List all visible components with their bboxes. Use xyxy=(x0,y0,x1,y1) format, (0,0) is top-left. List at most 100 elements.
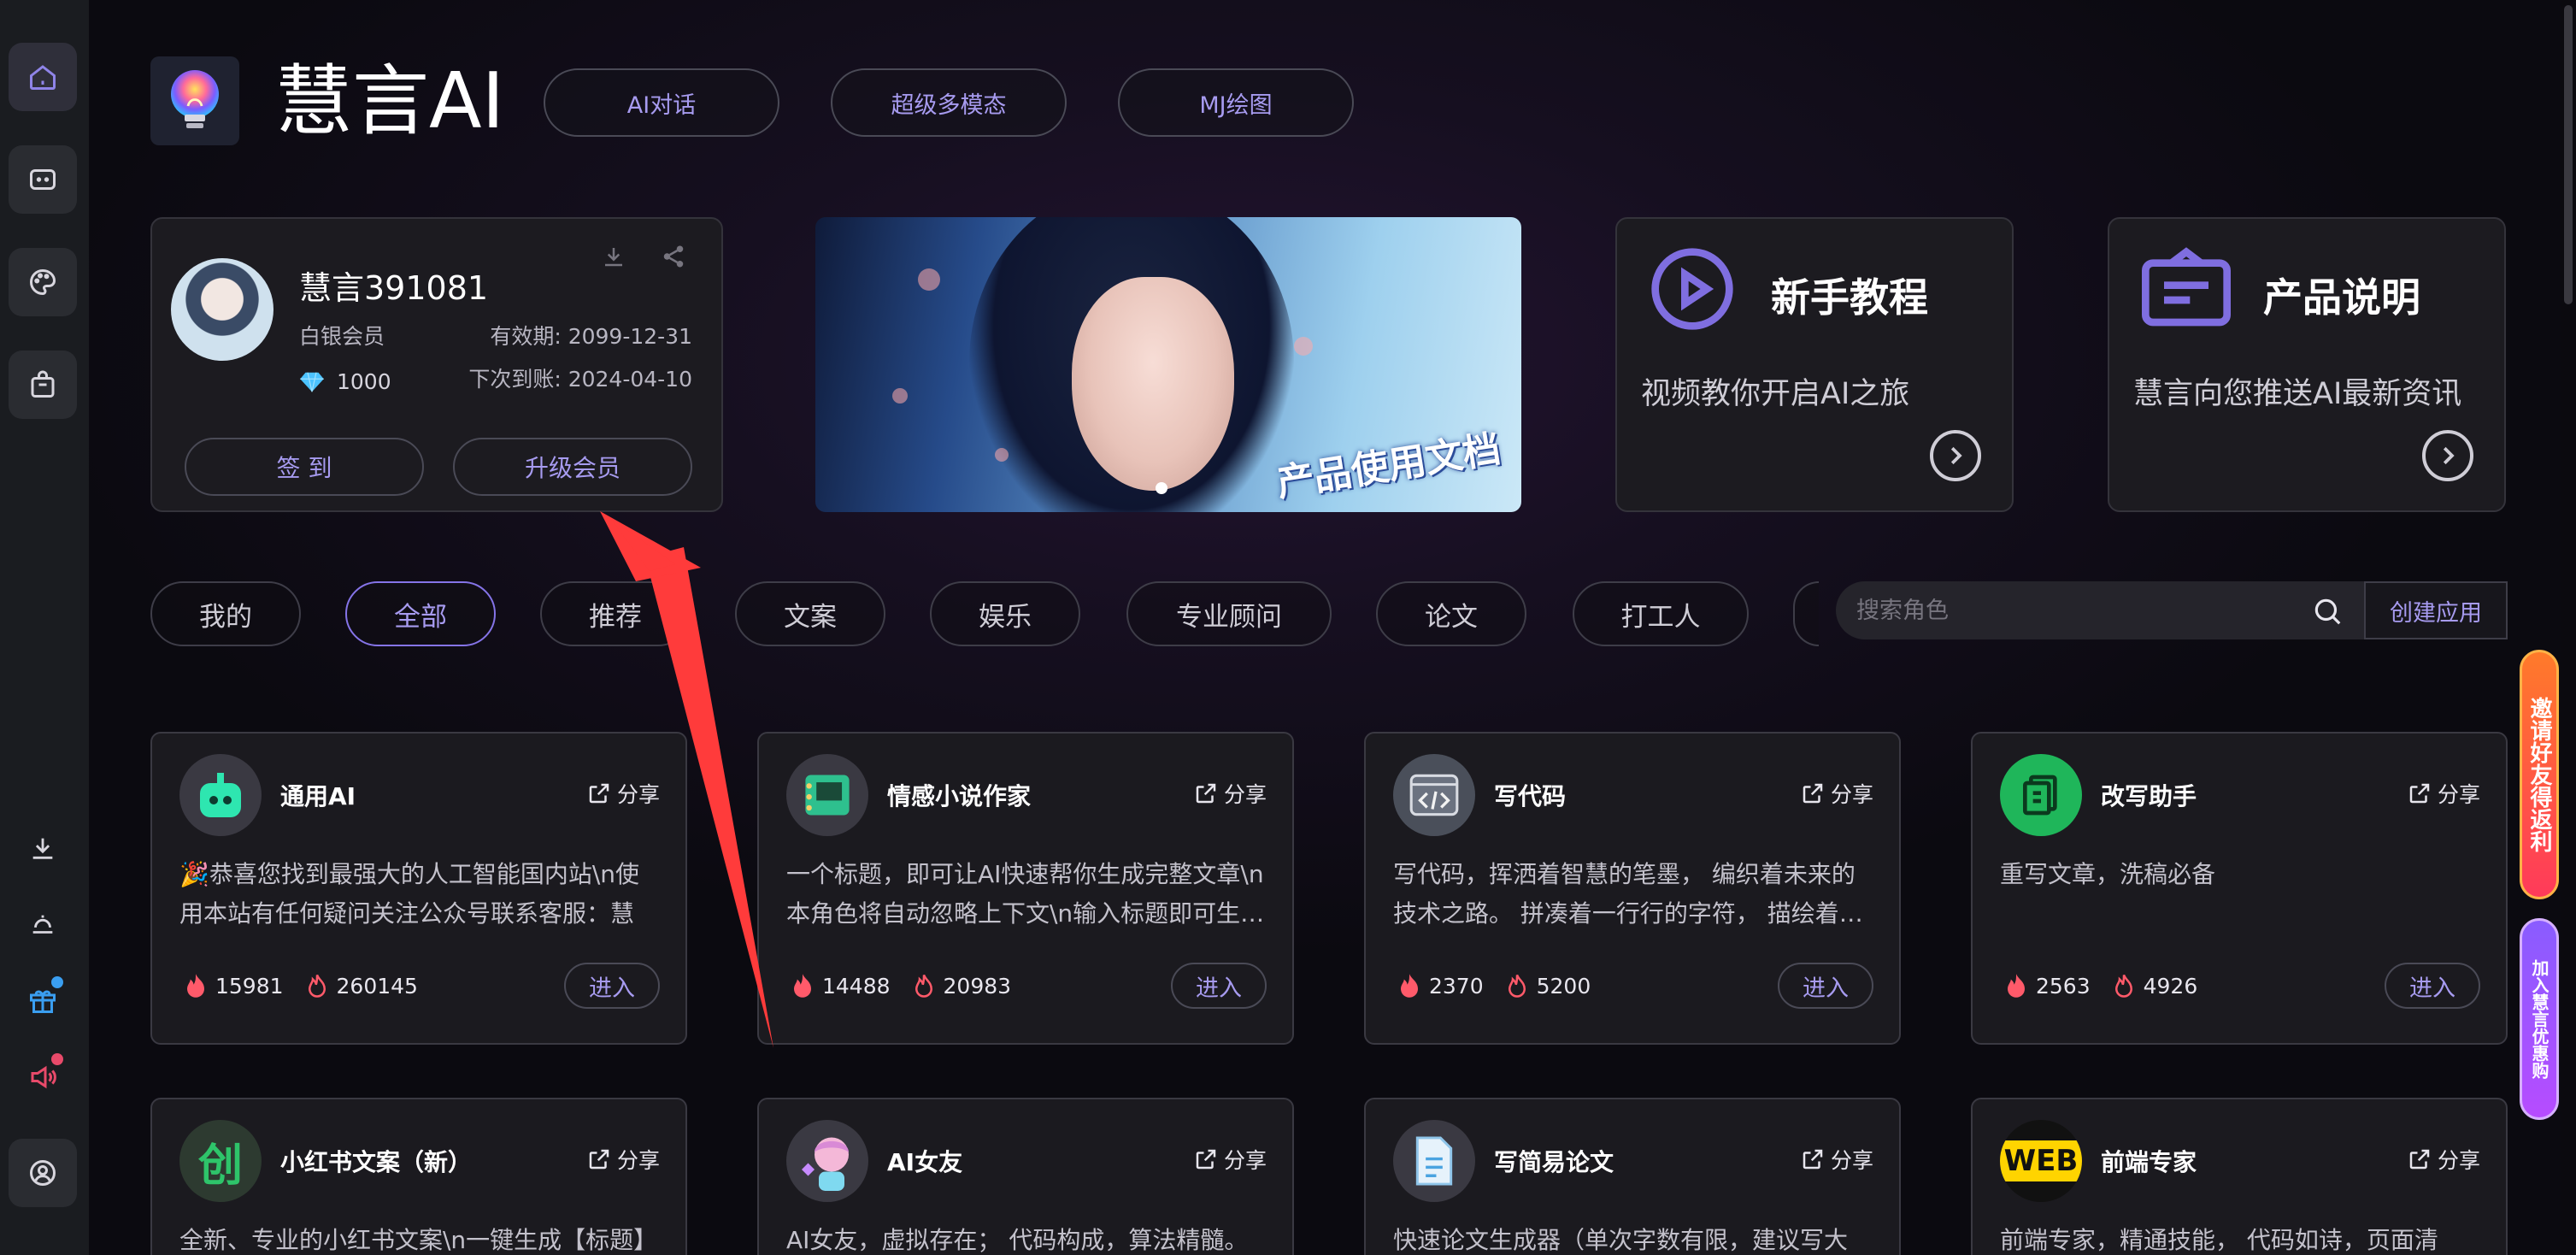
app-card-frontend-expert[interactable]: WEB 前端专家 分享 前端专家，精通技能， 代码如诗，页面清 xyxy=(1971,1098,2508,1255)
share-button[interactable]: 分享 xyxy=(1800,778,1873,809)
search-input[interactable] xyxy=(1856,597,2301,624)
carousel-indicator[interactable] xyxy=(1156,482,1167,494)
enter-button[interactable]: 进入 xyxy=(1171,963,1267,1009)
banner-bubble xyxy=(918,268,940,291)
tutorial-arrow-button[interactable] xyxy=(1930,430,1981,481)
app-name: 写简易论文 xyxy=(1494,1148,1614,1176)
product-info-arrow-button[interactable] xyxy=(2422,430,2473,481)
enter-button[interactable]: 进入 xyxy=(564,963,660,1009)
app-stats: 2563 4926 xyxy=(2005,973,2197,999)
app-name: 写代码 xyxy=(1494,782,1567,810)
app-card-novel-writer[interactable]: 情感小说作家 分享 一个标题，即可让AI快速帮你生成完整文章\n本角色将自动忽略… xyxy=(757,732,1294,1045)
shopping-bag-icon xyxy=(31,370,55,398)
create-char-icon: 创 xyxy=(179,1120,262,1202)
share-button[interactable]: 分享 xyxy=(2407,1144,2480,1175)
fire-icon xyxy=(187,974,204,998)
share-icon xyxy=(1196,1149,1216,1170)
join-discount-banner[interactable]: 加入慧言优惠购 xyxy=(2520,918,2559,1120)
share-label: 分享 xyxy=(1830,1148,1873,1173)
share-label: 分享 xyxy=(1223,782,1267,807)
share-button[interactable]: 分享 xyxy=(1193,1144,1267,1175)
checkin-button[interactable]: 签 到 xyxy=(185,438,424,496)
sidebar-home-button[interactable] xyxy=(9,43,77,111)
app-name: 小红书文案（新） xyxy=(280,1148,473,1176)
profile-share-button[interactable] xyxy=(658,241,689,272)
scrollbar-thumb[interactable] xyxy=(2564,5,2573,304)
share-button[interactable]: 分享 xyxy=(2407,778,2480,809)
tutorial-subtitle: 视频教你开启AI之旅 xyxy=(1641,377,1910,411)
app-card-rewrite-assistant[interactable]: 改写助手 分享 重写文章，洗稿必备 2563 4926 进入 xyxy=(1971,732,2508,1045)
share-label: 分享 xyxy=(616,1148,660,1173)
palette-icon xyxy=(30,268,56,296)
create-app-button[interactable]: 创建应用 xyxy=(2364,581,2508,639)
theme-icon xyxy=(32,915,53,934)
share-button[interactable]: 分享 xyxy=(1800,1144,1873,1175)
app-card-ai-girlfriend[interactable]: AI女友 分享 AI女友，虚拟存在； 代码构成，算法精髓。 xyxy=(757,1098,1294,1255)
app-card-xiaohongshu[interactable]: 创 小红书文案（新） 分享 全新、专业的小红书文案\n一键生成【标题】 xyxy=(150,1098,687,1255)
tab-copywriting[interactable]: 文案 xyxy=(735,581,885,646)
share-icon xyxy=(589,783,609,804)
search-icon[interactable] xyxy=(2311,595,2344,628)
banner-caption: 产品使用文档 xyxy=(1273,427,1504,506)
gift-icon xyxy=(30,990,56,1013)
play-circle-icon xyxy=(1651,248,1733,330)
sidebar-download-button[interactable] xyxy=(15,821,70,875)
code-window-icon xyxy=(1393,754,1475,836)
scrollbar[interactable] xyxy=(2561,0,2576,1255)
sidebar-palette-button[interactable] xyxy=(9,248,77,316)
nav-mj-drawing[interactable]: MJ绘图 xyxy=(1118,68,1354,137)
tab-workers[interactable]: 打工人 xyxy=(1573,581,1749,646)
brand-logo[interactable] xyxy=(150,56,239,145)
sidebar-chat-button[interactable] xyxy=(9,145,77,214)
product-info-card[interactable]: 产品说明 慧言向您推送AI最新资讯 xyxy=(2108,217,2506,512)
share-button[interactable]: 分享 xyxy=(586,1144,660,1175)
enter-button[interactable]: 进入 xyxy=(1778,963,1873,1009)
chevron-right-icon xyxy=(2443,446,2455,465)
user-icon xyxy=(30,1160,56,1186)
app-description: 全新、专业的小红书文案\n一键生成【标题】 xyxy=(179,1226,658,1254)
profile-name: 慧言391081 xyxy=(299,269,489,307)
tab-mine[interactable]: 我的 xyxy=(150,581,301,646)
nav-multimodal[interactable]: 超级多模态 xyxy=(831,68,1067,137)
invite-friends-banner[interactable]: 邀请好友得返利 xyxy=(2520,650,2559,899)
enter-button[interactable]: 进入 xyxy=(2385,963,2480,1009)
tab-papers[interactable]: 论文 xyxy=(1376,581,1526,646)
sidebar-bag-button[interactable] xyxy=(9,351,77,419)
app-card-write-code[interactable]: 写代码 分享 写代码，挥洒着智慧的笔墨， 编织着未来的技术之路。 拼凑着一行行的… xyxy=(1364,732,1901,1045)
share-button[interactable]: 分享 xyxy=(586,778,660,809)
app-card-general-ai[interactable]: 通用AI 分享 🎉恭喜您找到最强大的人工智能国内站\n使用本站有任何疑问关注公众… xyxy=(150,732,687,1045)
tab-recommended[interactable]: 推荐 xyxy=(540,581,691,646)
nav-ai-chat[interactable]: AI对话 xyxy=(544,68,779,137)
document-icon xyxy=(1393,1120,1475,1202)
tab-advisor[interactable]: 专业顾问 xyxy=(1126,581,1332,646)
profile-card: 慧言391081 白银会员 有效期: 2099-12-31 1000 下次到账:… xyxy=(150,217,723,512)
banner-bubble xyxy=(892,388,908,404)
tutorial-title: 新手教程 xyxy=(1771,274,1928,321)
download-icon xyxy=(32,838,53,859)
gem-balance: 1000 xyxy=(299,369,391,394)
profile-download-button[interactable] xyxy=(598,241,629,272)
flame-outline-icon xyxy=(1508,974,1526,998)
use-count: 260145 xyxy=(336,973,418,999)
app-card-simple-paper[interactable]: 写简易论文 分享 快速论文生成器（单次字数有限，建议写大 xyxy=(1364,1098,1901,1255)
sidebar-gift-button[interactable] xyxy=(15,973,70,1028)
flame-outline-icon xyxy=(2114,974,2132,998)
tutorial-card[interactable]: 新手教程 视频教你开启AI之旅 xyxy=(1615,217,2014,512)
sidebar xyxy=(0,0,89,1255)
share-button[interactable]: 分享 xyxy=(1193,778,1267,809)
promo-banner[interactable]: 产品使用文档 xyxy=(815,217,1521,512)
announce-badge xyxy=(51,1053,63,1065)
app-description: 快速论文生成器（单次字数有限，建议写大 xyxy=(1393,1226,1849,1254)
lightbulb-logo-icon xyxy=(171,70,219,128)
notice-board-icon xyxy=(2142,247,2231,327)
chevron-right-icon xyxy=(1950,446,1962,465)
app-name: 通用AI xyxy=(280,782,356,810)
avatar[interactable] xyxy=(171,258,273,361)
product-info-title: 产品说明 xyxy=(2263,274,2420,321)
tab-entertainment[interactable]: 娱乐 xyxy=(930,581,1080,646)
sidebar-announce-button[interactable] xyxy=(15,1050,70,1105)
sidebar-theme-button[interactable] xyxy=(15,898,70,952)
upgrade-button[interactable]: 升级会员 xyxy=(453,438,692,496)
sidebar-user-button[interactable] xyxy=(9,1139,77,1207)
tab-all[interactable]: 全部 xyxy=(345,581,496,646)
